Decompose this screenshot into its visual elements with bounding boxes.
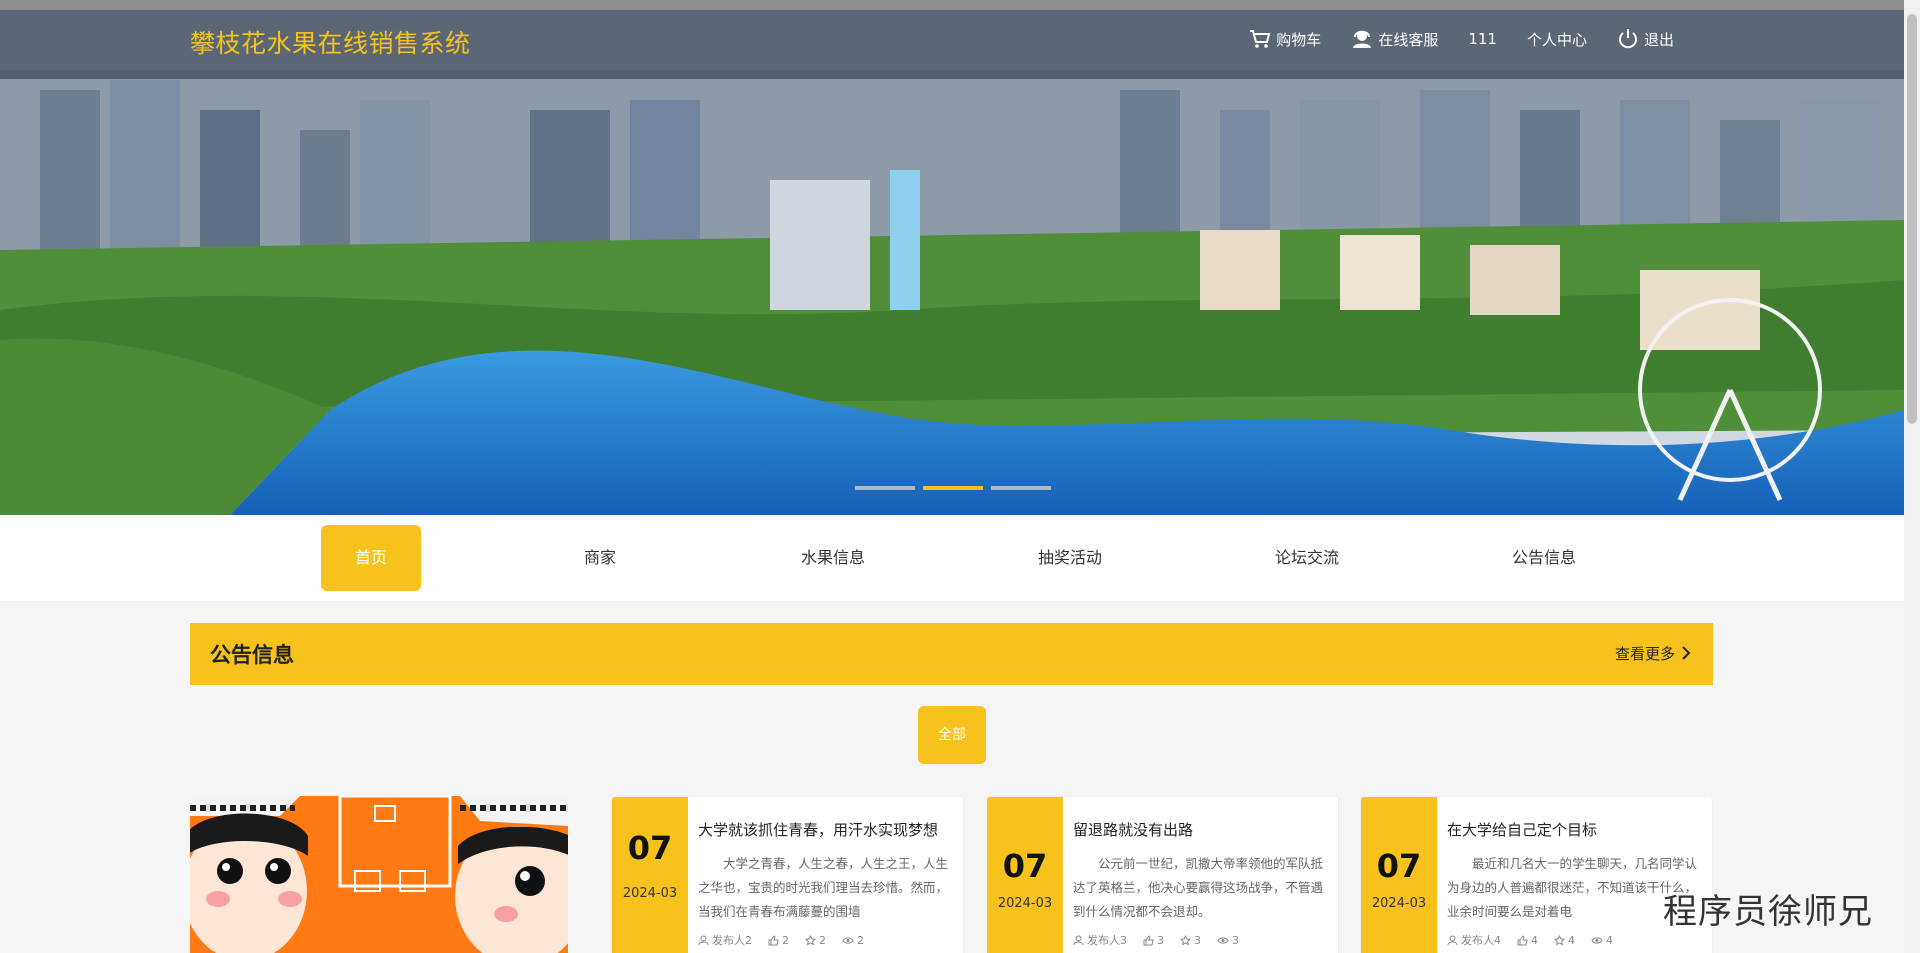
thumbs-up-icon [1517, 934, 1528, 945]
filter-all-button[interactable]: 全部 [918, 706, 986, 764]
profile-link[interactable]: 个人中心 [1527, 29, 1587, 50]
header-nav: 购物车 在线客服 111 个人中心 退出 [1249, 28, 1674, 50]
publisher: 发布人2 [712, 934, 752, 947]
card-meta: 发布人3 3 3 3 [1073, 932, 1328, 948]
cart-link[interactable]: 购物车 [1249, 29, 1321, 50]
eye-icon [842, 936, 854, 944]
service-link[interactable]: 在线客服 [1351, 28, 1438, 50]
power-icon [1618, 29, 1637, 49]
eye-icon [1591, 936, 1603, 944]
star-count: 3 [1194, 933, 1201, 947]
card-title: 大学就该抓住青春，用汗水实现梦想 [698, 821, 939, 839]
view-count: 2 [857, 933, 864, 947]
banner-carousel[interactable] [0, 10, 1904, 515]
nav-announcements[interactable]: 公告信息 [1494, 525, 1594, 591]
announcement-card[interactable]: 07 2024-03 留退路就没有出路 公元前一世纪，凯撒大帝率领他的军队抵达了… [986, 796, 1339, 953]
nav-fruit-info[interactable]: 水果信息 [783, 525, 883, 591]
date-day: 07 [627, 829, 673, 867]
feature-image[interactable] [190, 796, 568, 953]
card-title: 在大学给自己定个目标 [1447, 821, 1598, 839]
view-count: 3 [1232, 933, 1239, 947]
date-block: 07 2024-03 [612, 797, 688, 953]
user-icon [698, 935, 709, 945]
card-excerpt: 大学之青春，人生之春，人生之王，人生之华也，宝贵的时光我们理当去珍惜。然而，当我… [698, 856, 949, 919]
view-more-link[interactable]: 查看更多 [1615, 643, 1675, 664]
like-count: 2 [782, 933, 789, 947]
service-label: 在线客服 [1378, 30, 1439, 49]
publisher: 发布人4 [1461, 934, 1501, 947]
logout-link[interactable]: 退出 [1617, 28, 1674, 50]
card-meta: 发布人2 2 2 2 [698, 932, 953, 948]
profile-label: 个人中心 [1526, 30, 1587, 49]
carousel-dot-1[interactable] [855, 486, 915, 490]
card-title: 留退路就没有出路 [1073, 821, 1194, 839]
star-count: 2 [819, 933, 826, 947]
date-year-month: 2024-03 [622, 886, 678, 901]
window-top-strip [0, 0, 1920, 10]
announcement-card[interactable]: 07 2024-03 在大学给自己定个目标 最近和几名大一的学生聊天，几名同学认… [1360, 796, 1713, 953]
like-count: 4 [1531, 933, 1538, 947]
publisher: 发布人3 [1087, 934, 1127, 947]
date-day: 07 [1002, 847, 1048, 885]
carousel-indicators [855, 486, 1051, 490]
star-count: 4 [1568, 933, 1575, 947]
logout-label: 退出 [1643, 30, 1674, 49]
star-icon [1554, 934, 1565, 945]
page-scrollbar[interactable] [1904, 0, 1920, 953]
scrollbar-thumb[interactable] [1907, 14, 1917, 424]
user-icon [1073, 935, 1084, 945]
announcement-card[interactable]: 07 2024-03 大学就该抓住青春，用汗水实现梦想 大学之青春，人生之春，人… [611, 796, 964, 953]
chevron-right-icon[interactable] [1681, 645, 1691, 661]
section-title: 公告信息 [210, 643, 294, 667]
username-label: 111 [1468, 30, 1497, 48]
like-count: 3 [1157, 933, 1164, 947]
nav-lottery[interactable]: 抽奖活动 [1020, 525, 1120, 591]
date-year-month: 2024-03 [1371, 896, 1427, 911]
card-excerpt: 公元前一世纪，凯撒大帝率领他的军队抵达了英格兰，他决心要赢得这场战争，不管遇到什… [1073, 856, 1324, 919]
username-link[interactable]: 111 [1468, 30, 1497, 48]
eye-icon [1217, 936, 1229, 944]
date-block: 07 2024-03 [1361, 797, 1437, 953]
site-title: 攀枝花水果在线销售系统 [190, 29, 471, 58]
banner-image [0, 10, 1904, 515]
cartoon-workers-image [190, 796, 568, 953]
main-nav: 首页 商家 水果信息 抽奖活动 论坛交流 公告信息 [0, 515, 1904, 601]
star-icon [805, 934, 816, 945]
top-header: 攀枝花水果在线销售系统 购物车 在线客服 111 个人中心 退出 [0, 10, 1904, 79]
customer-service-icon [1353, 30, 1372, 48]
nav-forum[interactable]: 论坛交流 [1257, 525, 1357, 591]
nav-merchants[interactable]: 商家 [550, 525, 650, 591]
view-count: 4 [1606, 933, 1613, 947]
carousel-dot-2[interactable] [923, 486, 983, 490]
date-block: 07 2024-03 [987, 797, 1063, 953]
date-day: 07 [1376, 847, 1422, 885]
card-meta: 发布人4 4 4 4 [1447, 932, 1702, 948]
announcement-section-header: 公告信息 查看更多 [190, 623, 1713, 685]
watermark: 程序员徐师兄 [1663, 892, 1873, 932]
cart-icon [1250, 30, 1271, 48]
thumbs-up-icon [768, 934, 779, 945]
cart-label: 购物车 [1276, 30, 1322, 49]
star-icon [1180, 934, 1191, 945]
user-icon [1447, 935, 1458, 945]
nav-home[interactable]: 首页 [321, 525, 421, 591]
carousel-dot-3[interactable] [991, 486, 1051, 490]
date-year-month: 2024-03 [997, 896, 1053, 911]
thumbs-up-icon [1143, 934, 1154, 945]
